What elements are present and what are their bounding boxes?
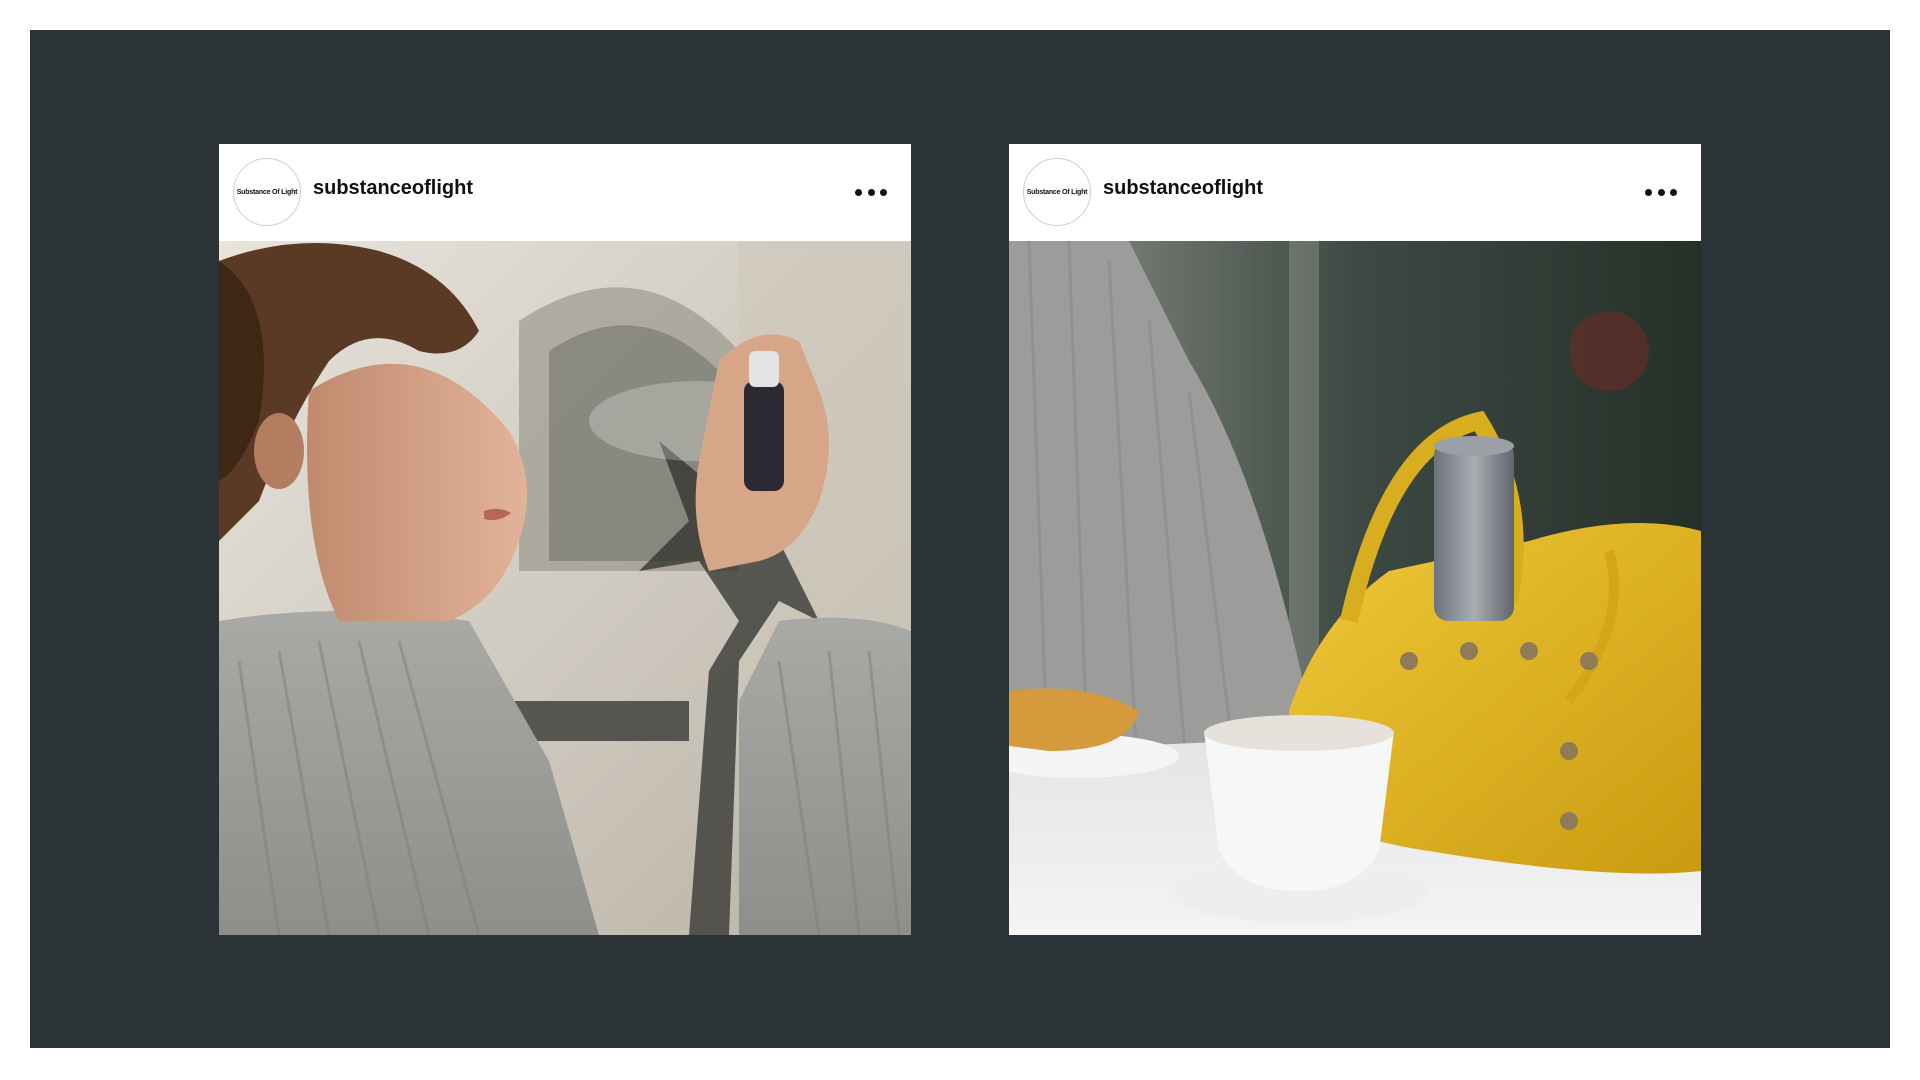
avatar[interactable]: Substance Of Light <box>1023 158 1091 226</box>
dot <box>855 188 862 196</box>
avatar-logo-text: Substance Of Light <box>1026 188 1088 196</box>
dot <box>867 188 875 196</box>
dot <box>1670 188 1677 196</box>
username[interactable]: substanceoflight <box>1103 177 1263 200</box>
dot <box>1657 188 1665 196</box>
instagram-post: Substance Of Light substanceoflight <box>219 144 911 935</box>
instagram-post: Substance Of Light substanceoflight <box>1009 144 1701 935</box>
avatar-logo-text: Substance Of Light <box>236 188 298 196</box>
post-photo[interactable] <box>1009 241 1701 935</box>
yellow-bag-with-bottle-photo <box>1009 241 1701 935</box>
post-photo[interactable] <box>219 241 911 935</box>
presentation-canvas: Substance Of Light substanceoflight Subs… <box>30 30 1890 1048</box>
dot <box>1645 188 1652 196</box>
man-spraying-fragrance-photo <box>219 241 911 935</box>
more-options-icon[interactable] <box>1645 182 1677 202</box>
username[interactable]: substanceoflight <box>313 177 473 200</box>
post-header: Substance Of Light substanceoflight <box>219 144 911 241</box>
post-header: Substance Of Light substanceoflight <box>1009 144 1701 241</box>
dot <box>880 188 887 196</box>
avatar[interactable]: Substance Of Light <box>233 158 301 226</box>
more-options-icon[interactable] <box>855 182 887 202</box>
